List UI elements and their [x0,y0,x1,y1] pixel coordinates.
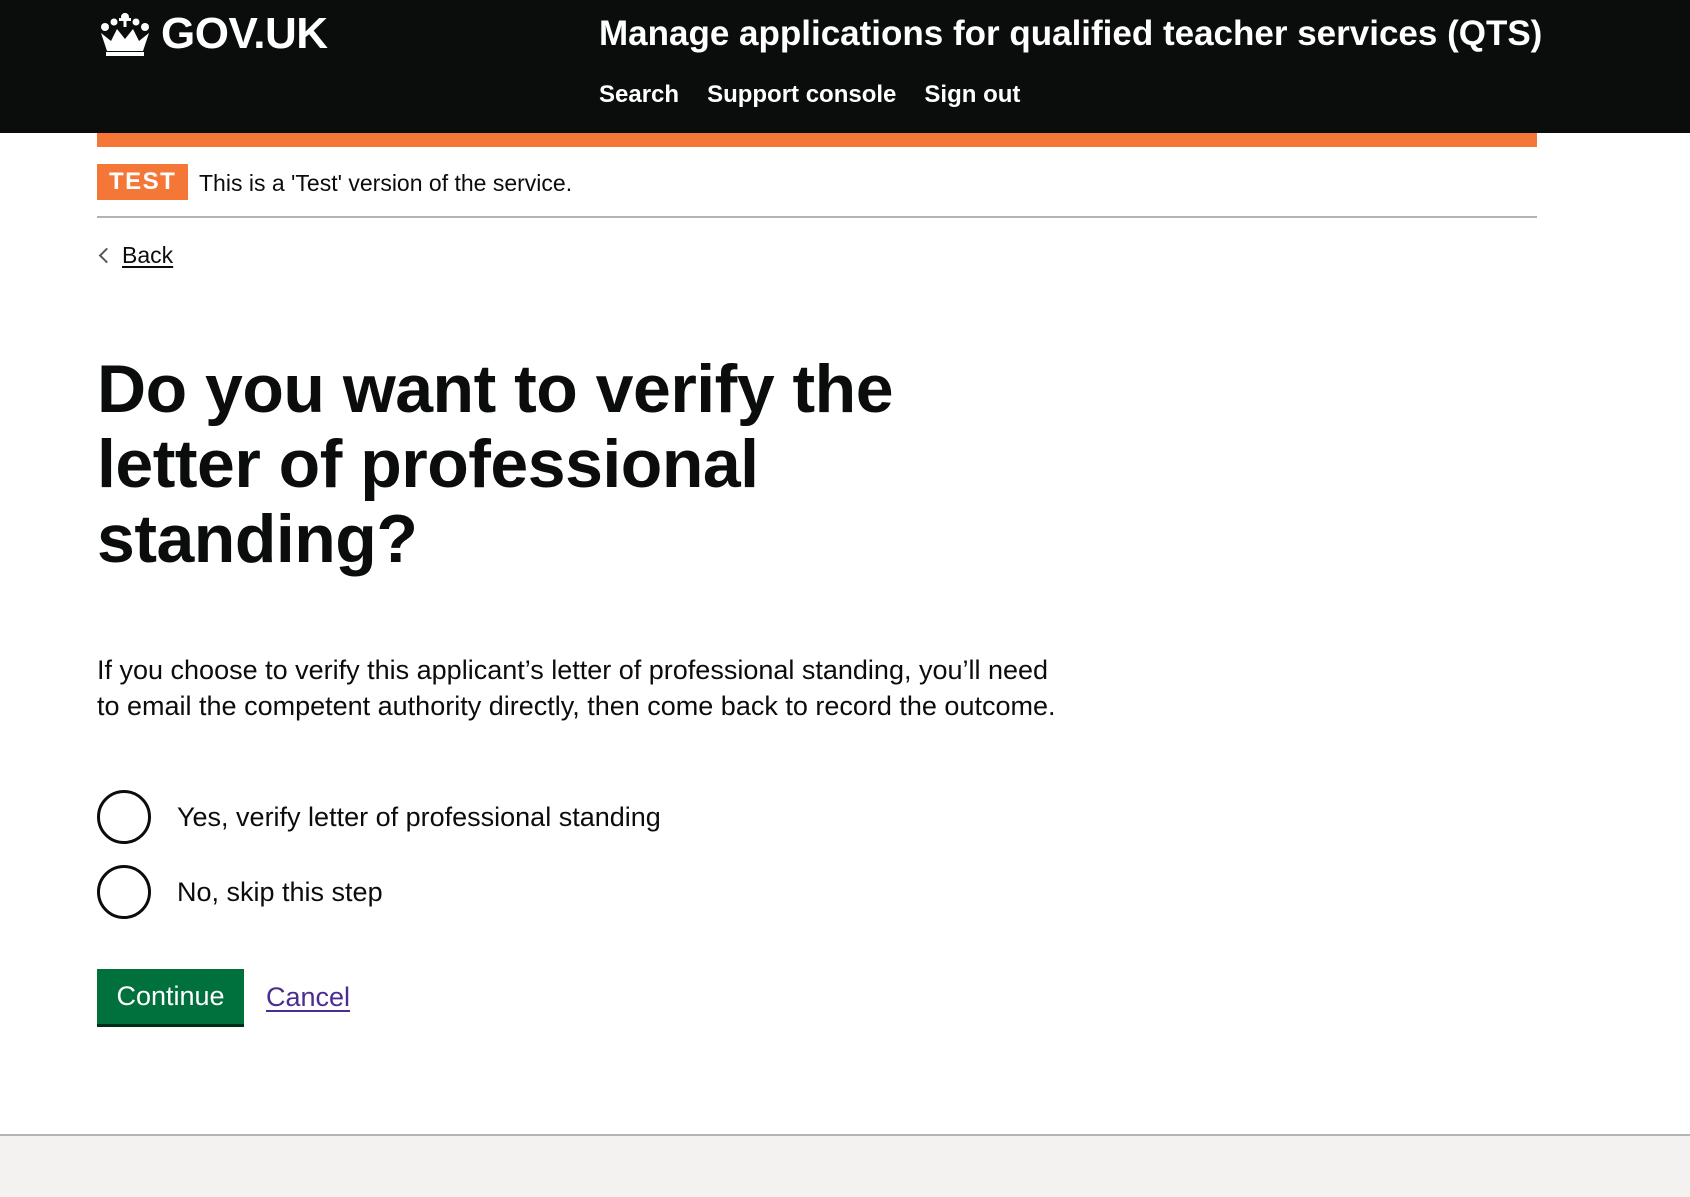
back-link[interactable]: Back [97,240,173,270]
radio-option-no[interactable]: No, skip this step [97,865,383,919]
page-title: Do you want to verify the letter of prof… [97,351,894,577]
nav-search-link[interactable]: Search [599,80,679,110]
cancel-link[interactable]: Cancel [266,979,350,1015]
chevron-left-icon [98,247,115,263]
phase-banner: TEST This is a 'Test' version of the ser… [97,147,1537,218]
radio-label-no[interactable]: No, skip this step [177,874,383,910]
logo-text: GOV.UK [161,9,328,58]
site-header: GOV.UK Manage applications for qualified… [0,0,1690,133]
radio-option-yes[interactable]: Yes, verify letter of professional stand… [97,790,661,844]
header-navigation: Search Support console Sign out [599,80,1020,110]
crown-icon [97,11,153,57]
govuk-logo-link[interactable]: GOV.UK [97,10,328,58]
site-footer [0,1134,1690,1197]
service-name-link[interactable]: Manage applications for qualified teache… [599,12,1542,56]
nav-sign-out-link[interactable]: Sign out [924,80,1020,110]
question-hint: If you choose to verify this applicant’s… [97,655,1056,721]
nav-support-console-link[interactable]: Support console [707,80,896,110]
continue-button[interactable]: Continue [97,969,244,1024]
back-link-label: Back [122,242,174,268]
phase-banner-text: This is a 'Test' version of the service. [199,170,573,196]
radio-label-yes[interactable]: Yes, verify letter of professional stand… [177,799,661,835]
environment-colour-bar [97,133,1537,147]
radio-button-no[interactable] [97,865,151,919]
phase-tag: TEST [97,164,189,200]
radio-button-yes[interactable] [97,790,151,844]
